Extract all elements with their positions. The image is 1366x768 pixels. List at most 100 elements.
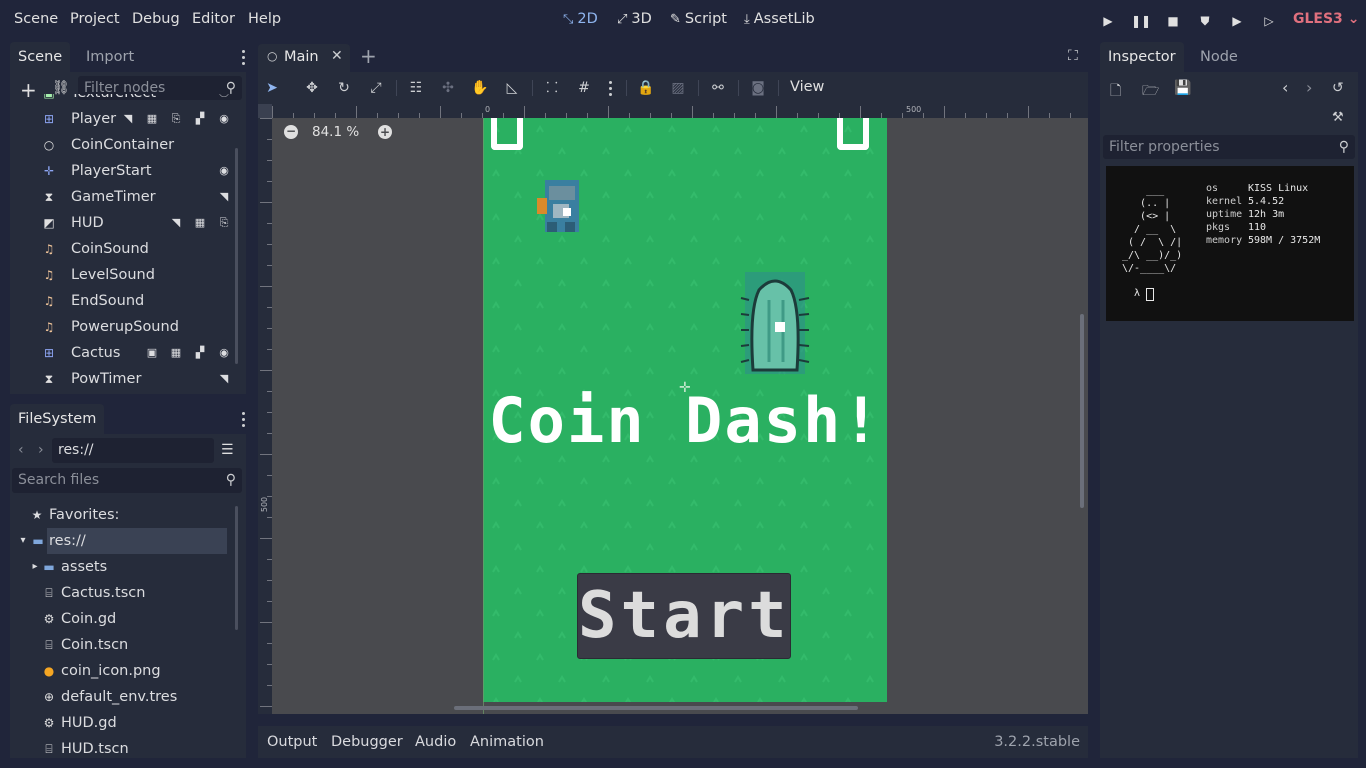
save-icon[interactable]: 💾	[1174, 80, 1191, 96]
menu-scene[interactable]: Scene	[14, 11, 58, 27]
menu-project[interactable]: Project	[70, 11, 120, 27]
file-item[interactable]: ⚙ HUD.gd	[10, 710, 236, 736]
scene-tree-item[interactable]: ◩ HUD ◥ ▦ ⎘	[10, 210, 230, 236]
scene-tree-scrollbar[interactable]	[235, 148, 238, 364]
node-badge-icon[interactable]: ▞	[188, 340, 212, 366]
scene-tree-item[interactable]: ⊞ Cactus ▣ ▦ ▞ ◉	[10, 340, 230, 366]
camera-icon[interactable]: ◙	[748, 79, 768, 97]
res-root-row[interactable]: ▾ ▬ res://	[10, 528, 236, 554]
tab-main[interactable]: ○ Main ✕	[258, 44, 350, 72]
pause-icon[interactable]: ❚❚	[1131, 12, 1151, 30]
node-badge-icon[interactable]: ▦	[164, 340, 188, 366]
scene-tree-item[interactable]: ♫ LevelSound	[10, 262, 230, 288]
mode-script-button[interactable]: ✎ Script	[670, 11, 727, 27]
play-icon[interactable]: ▶	[1099, 12, 1117, 30]
back-icon[interactable]: ‹	[1282, 78, 1288, 97]
scene-tree-item[interactable]: ⧗ PowTimer ◥	[10, 366, 230, 392]
node-badge-icon[interactable]: ◥	[212, 184, 236, 210]
new-tab-icon[interactable]: +	[360, 44, 377, 68]
tab-debugger[interactable]: Debugger	[331, 734, 403, 750]
pivot-tool-icon[interactable]: ✣	[438, 79, 458, 97]
tab-filesystem[interactable]: FileSystem	[10, 404, 105, 434]
zoom-out-icon[interactable]: −	[284, 125, 298, 139]
scale-tool-icon[interactable]: ⤢	[366, 79, 386, 97]
stop-icon[interactable]: ■	[1164, 12, 1182, 30]
lock-icon[interactable]: 🔒	[636, 79, 656, 97]
forward-icon[interactable]: ›	[1306, 78, 1312, 97]
path-field[interactable]: res://	[52, 438, 214, 463]
viewport-canvas[interactable]: 0 500 500 ✛ Coin Dash! Start − 84.1 % +	[258, 104, 1088, 714]
node-badge-icon[interactable]: ◥	[116, 106, 140, 132]
open-folder-icon[interactable]: 🗁	[1142, 80, 1159, 104]
mode-assetlib-button[interactable]: ⤓ AssetLib	[744, 11, 815, 27]
node-badge-icon[interactable]: ▣	[140, 340, 164, 366]
zoom-level[interactable]: 84.1 %	[312, 124, 359, 140]
tab-audio[interactable]: Audio	[415, 734, 456, 750]
node-badge-icon[interactable]: ▦	[140, 106, 164, 132]
grid-snap-icon[interactable]: #	[574, 79, 594, 97]
scene-tree-item[interactable]: ✛ PlayerStart ◉	[10, 158, 230, 184]
tab-inspector[interactable]: Inspector	[1100, 42, 1184, 72]
favorites-row[interactable]: ★ Favorites:	[10, 502, 236, 528]
scene-tree-item[interactable]: ⊞ Player ◥ ▦ ⎘ ▞ ◉	[10, 106, 230, 132]
ruler-tool-icon[interactable]: ◺	[502, 79, 522, 97]
fullscreen-icon[interactable]: ⛶	[1068, 48, 1078, 64]
node-badge-icon[interactable]: ◥	[164, 210, 188, 236]
file-item[interactable]: ⌸ HUD.tscn	[10, 736, 236, 758]
mode-3d-button[interactable]: ⤢ 3D	[617, 11, 652, 27]
node-badge-icon[interactable]: ◉	[212, 158, 236, 184]
view-menu[interactable]: View	[790, 79, 824, 95]
scene-tree-item[interactable]: ⧗ GameTimer ◥	[10, 184, 230, 210]
forward-icon[interactable]: ›	[38, 442, 44, 458]
node-badge-icon[interactable]: ⎘	[212, 210, 236, 236]
tab-import[interactable]: Import	[78, 42, 142, 72]
list-select-icon[interactable]: ☷	[406, 79, 426, 97]
scene-tree-item[interactable]: ♫ PowerupSound	[10, 314, 230, 340]
file-list[interactable]: ▸ ▬ assets ⌸ Cactus.tscn ⚙ Coin.gd ⌸ Coin.tscn ● c…	[10, 554, 246, 758]
group-icon[interactable]: ▨	[668, 79, 688, 97]
node-badge-icon[interactable]: ◉	[212, 340, 236, 366]
scene-tree-item[interactable]: ○ CoinContainer	[10, 132, 230, 158]
node-badge-icon[interactable]: ◉	[212, 106, 236, 132]
renderer-select[interactable]: GLES3 ⌄	[1293, 11, 1359, 27]
new-resource-icon[interactable]: 🗋	[1110, 80, 1121, 104]
scene-tree-item[interactable]: ♫ EndSound	[10, 288, 230, 314]
pan-tool-icon[interactable]: ✋	[470, 79, 490, 97]
tab-animation[interactable]: Animation	[470, 734, 544, 750]
node-badge-icon[interactable]: ◥	[212, 366, 236, 392]
menu-help[interactable]: Help	[248, 11, 281, 27]
select-tool-icon[interactable]: ➤	[262, 79, 282, 97]
scene-tree-item[interactable]: ♫ CoinSound	[10, 236, 230, 262]
node-badge-icon[interactable]: ▞	[188, 106, 212, 132]
bone-icon[interactable]: ⚯	[708, 79, 728, 97]
rotate-tool-icon[interactable]: ↻	[334, 79, 354, 97]
object-properties-icon[interactable]: ⚒	[1332, 110, 1344, 125]
smart-snap-icon[interactable]: ⸬	[542, 79, 562, 97]
start-button[interactable]: Start	[577, 573, 791, 659]
tab-scene[interactable]: Scene	[10, 42, 71, 72]
filter-properties-input[interactable]: Filter properties ⚲	[1103, 135, 1355, 159]
play-scene-icon[interactable]: ▶	[1228, 12, 1246, 30]
vertical-scrollbar[interactable]	[1080, 314, 1084, 508]
dock-menu-icon[interactable]	[242, 50, 246, 68]
mode-2d-button[interactable]: ⤡ 2D	[563, 11, 598, 27]
file-item[interactable]: ⌸ Cactus.tscn	[10, 580, 236, 606]
split-view-icon[interactable]: ☰	[221, 442, 234, 458]
play-custom-scene-icon[interactable]: ▷	[1260, 12, 1278, 30]
chevron-right-icon[interactable]: ▸	[28, 554, 42, 580]
snap-options-icon[interactable]	[609, 81, 613, 99]
file-item[interactable]: ● coin_icon.png	[10, 658, 236, 684]
menu-debug[interactable]: Debug	[132, 11, 180, 27]
file-item[interactable]: ⌸ Coin.tscn	[10, 632, 236, 658]
file-item[interactable]: ▸ ▬ assets	[10, 554, 236, 580]
history-icon[interactable]: ↺	[1332, 80, 1344, 96]
zoom-in-icon[interactable]: +	[378, 125, 392, 139]
file-list-scrollbar[interactable]	[235, 506, 238, 630]
node-badge-icon[interactable]: ⎘	[164, 106, 188, 132]
dock-menu-icon[interactable]	[242, 412, 246, 430]
close-icon[interactable]: ✕	[331, 48, 343, 64]
html5-icon[interactable]: ⛊	[1196, 12, 1214, 30]
move-tool-icon[interactable]: ✥	[302, 79, 322, 97]
scene-tree-item[interactable]: ▣TextureRect⦿	[10, 94, 230, 106]
back-icon[interactable]: ‹	[18, 442, 24, 458]
